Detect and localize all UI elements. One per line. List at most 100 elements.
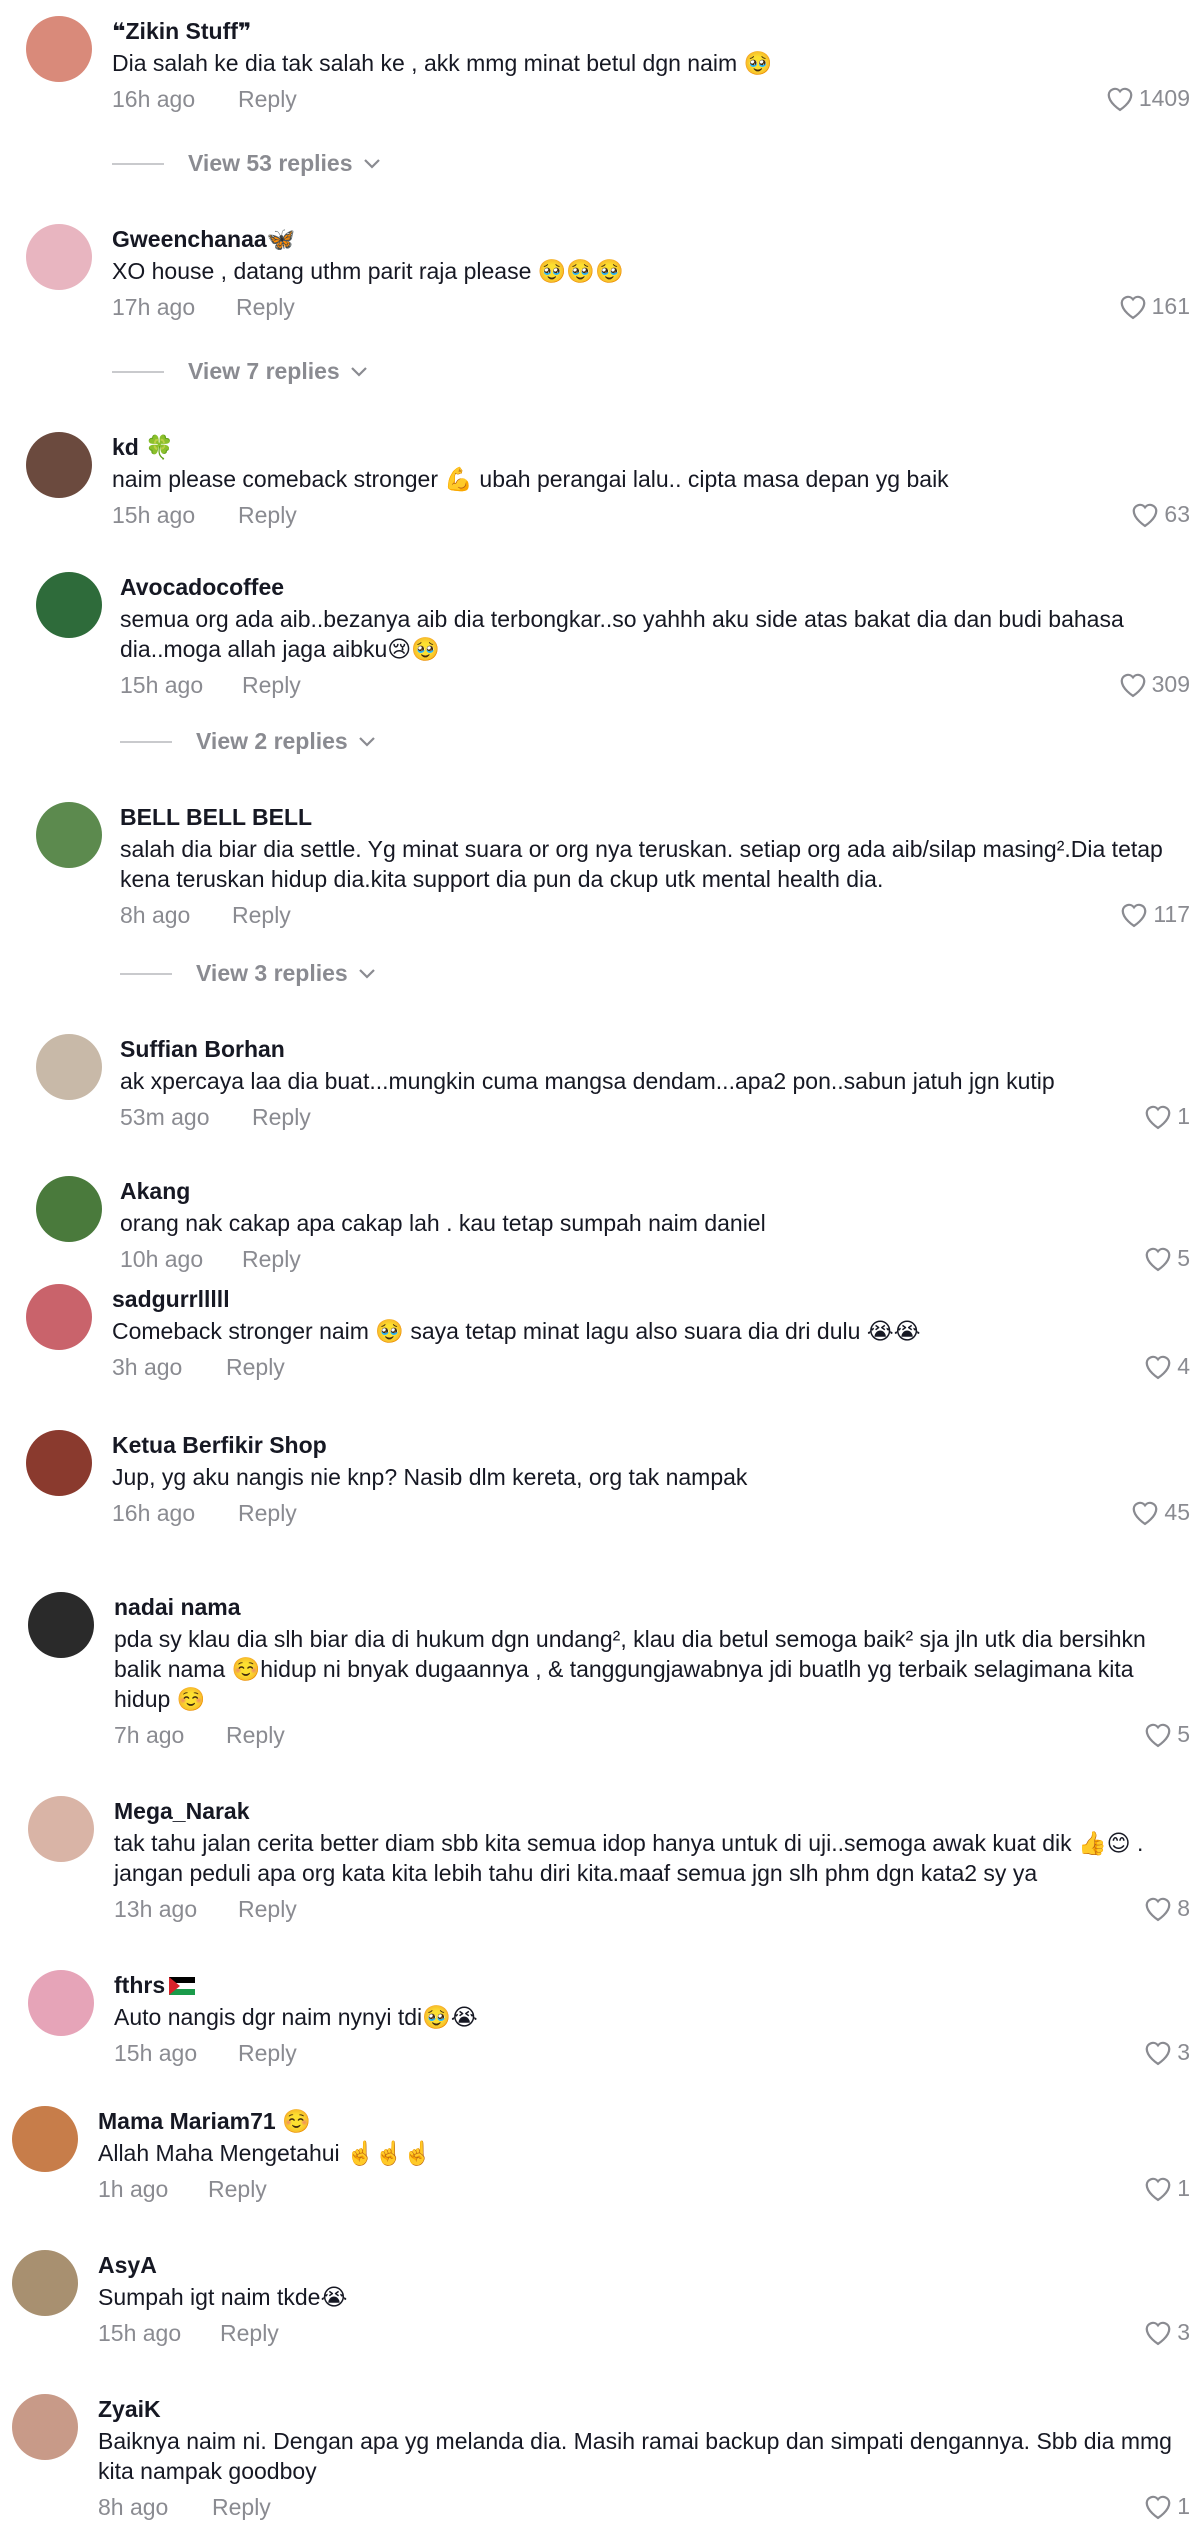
like-button[interactable]: 1409 bbox=[1105, 84, 1190, 112]
like-button[interactable]: 45 bbox=[1130, 1498, 1190, 1526]
reply-button[interactable]: Reply bbox=[242, 1246, 301, 1273]
avatar[interactable] bbox=[12, 2394, 78, 2460]
like-button[interactable]: 117 bbox=[1119, 900, 1190, 928]
like-button[interactable]: 161 bbox=[1118, 292, 1190, 320]
like-count: 4 bbox=[1177, 1352, 1190, 1379]
comment-username[interactable]: Mega_Narak bbox=[114, 1796, 1190, 1826]
chevron-down-icon bbox=[350, 366, 367, 377]
comment-username[interactable]: AsyA bbox=[98, 2250, 1190, 2280]
comment-text: Dia salah ke dia tak salah ke , akk mmg … bbox=[112, 50, 773, 76]
comment-username[interactable]: Akang bbox=[120, 1176, 1190, 1206]
like-button[interactable]: 1 bbox=[1143, 2492, 1190, 2520]
heart-icon bbox=[1120, 673, 1146, 698]
comment-time: 7h ago bbox=[114, 1722, 185, 1748]
view-replies-button[interactable]: View 53 replies bbox=[112, 150, 381, 177]
like-button[interactable]: 5 bbox=[1143, 1720, 1190, 1748]
avatar[interactable] bbox=[36, 572, 102, 638]
like-count: 8 bbox=[1177, 1894, 1190, 1921]
avatar[interactable] bbox=[12, 2250, 78, 2316]
view-replies-button[interactable]: View 3 replies bbox=[120, 960, 376, 987]
comment-username[interactable]: Ketua Berfikir Shop bbox=[112, 1430, 1190, 1460]
chevron-down-icon bbox=[358, 968, 375, 979]
comment-time: 53m ago bbox=[120, 1104, 210, 1130]
comment-text: XO house , datang uthm parit raja please… bbox=[112, 258, 624, 284]
reply-button[interactable]: Reply bbox=[236, 294, 295, 321]
comment-text: Baiknya naim ni. Dengan apa yg melanda d… bbox=[98, 2428, 1172, 2484]
like-button[interactable]: 309 bbox=[1118, 670, 1190, 698]
reply-button[interactable]: Reply bbox=[252, 1104, 311, 1131]
comment-text: pda sy klau dia slh biar dia di hukum dg… bbox=[114, 1626, 1146, 1712]
avatar[interactable] bbox=[28, 1970, 94, 2036]
view-replies-label: View 2 replies bbox=[196, 728, 348, 754]
comment-text: Comeback stronger naim 🥹 saya tetap mina… bbox=[112, 1318, 921, 1344]
like-button[interactable]: 3 bbox=[1143, 2318, 1190, 2346]
heart-icon bbox=[1145, 1723, 1171, 1748]
reply-button[interactable]: Reply bbox=[212, 2494, 271, 2521]
view-replies-button[interactable]: View 2 replies bbox=[120, 728, 376, 755]
like-button[interactable]: 63 bbox=[1130, 500, 1190, 528]
comment-username[interactable]: ZyaiK bbox=[98, 2394, 1190, 2424]
comment-username[interactable]: BELL BELL BELL bbox=[120, 802, 1190, 832]
reply-button[interactable]: Reply bbox=[226, 1354, 285, 1381]
comment-username[interactable]: kd 🍀 bbox=[112, 432, 1190, 462]
comment-username[interactable]: fthrs bbox=[114, 1970, 1190, 2000]
like-count: 3 bbox=[1177, 2038, 1190, 2065]
chevron-down-icon bbox=[358, 736, 375, 747]
avatar[interactable] bbox=[26, 224, 92, 290]
comment-time: 8h ago bbox=[98, 2494, 169, 2520]
comment-text: Auto nangis dgr naim nynyi tdi🥹😭 bbox=[114, 2004, 478, 2030]
avatar[interactable] bbox=[26, 432, 92, 498]
comment-text: orang nak cakap apa cakap lah . kau teta… bbox=[120, 1210, 766, 1236]
reply-button[interactable]: Reply bbox=[238, 1896, 297, 1923]
view-replies-button[interactable]: View 7 replies bbox=[112, 358, 368, 385]
heart-icon bbox=[1145, 2495, 1171, 2520]
comment-time: 15h ago bbox=[98, 2320, 182, 2346]
heart-icon bbox=[1145, 1247, 1171, 1272]
chevron-down-icon bbox=[363, 158, 380, 169]
avatar[interactable] bbox=[12, 2106, 78, 2172]
reply-button[interactable]: Reply bbox=[238, 502, 297, 529]
like-button[interactable]: 5 bbox=[1143, 1244, 1190, 1272]
comment-username[interactable]: Avocadocoffee bbox=[120, 572, 1190, 602]
like-count: 309 bbox=[1151, 670, 1190, 697]
heart-icon bbox=[1145, 1897, 1171, 1922]
heart-icon bbox=[1145, 2177, 1171, 2202]
heart-icon bbox=[1145, 2041, 1171, 2066]
like-button[interactable]: 1 bbox=[1143, 2174, 1190, 2202]
comment-username[interactable]: ❝Zikin Stuff❞ bbox=[112, 16, 1190, 46]
avatar[interactable] bbox=[26, 16, 92, 82]
comment-username[interactable]: Gweenchanaa🦋 bbox=[112, 224, 1190, 254]
reply-button[interactable]: Reply bbox=[238, 86, 297, 113]
heart-icon bbox=[1133, 503, 1158, 528]
like-button[interactable]: 1 bbox=[1143, 1102, 1190, 1130]
comment-username[interactable]: Suffian Borhan bbox=[120, 1034, 1190, 1064]
reply-button[interactable]: Reply bbox=[242, 672, 301, 699]
avatar[interactable] bbox=[28, 1592, 94, 1658]
avatar[interactable] bbox=[36, 1034, 102, 1100]
heart-icon bbox=[1145, 2321, 1171, 2346]
divider bbox=[120, 972, 172, 975]
view-replies-label: View 3 replies bbox=[196, 960, 348, 986]
reply-button[interactable]: Reply bbox=[238, 2040, 297, 2067]
reply-button[interactable]: Reply bbox=[226, 1722, 285, 1749]
reply-button[interactable]: Reply bbox=[208, 2176, 267, 2203]
avatar[interactable] bbox=[28, 1796, 94, 1862]
comment-time: 8h ago bbox=[120, 902, 191, 928]
reply-button[interactable]: Reply bbox=[220, 2320, 279, 2347]
like-button[interactable]: 3 bbox=[1143, 2038, 1190, 2066]
comment-username[interactable]: nadai nama bbox=[114, 1592, 1190, 1622]
avatar[interactable] bbox=[26, 1430, 92, 1496]
reply-button[interactable]: Reply bbox=[232, 902, 291, 929]
divider bbox=[112, 370, 164, 373]
like-button[interactable]: 8 bbox=[1143, 1894, 1190, 1922]
reply-button[interactable]: Reply bbox=[238, 1500, 297, 1527]
like-button[interactable]: 4 bbox=[1143, 1352, 1190, 1380]
comment-text: Jup, yg aku nangis nie knp? Nasib dlm ke… bbox=[112, 1464, 748, 1490]
like-count: 45 bbox=[1164, 1498, 1190, 1525]
comment-username[interactable]: sadgurrlllll bbox=[112, 1284, 1190, 1314]
avatar[interactable] bbox=[36, 1176, 102, 1242]
avatar[interactable] bbox=[26, 1284, 92, 1350]
comment-username[interactable]: Mama Mariam71 ☺️ bbox=[98, 2106, 1190, 2136]
avatar[interactable] bbox=[36, 802, 102, 868]
view-replies-label: View 53 replies bbox=[188, 150, 353, 176]
